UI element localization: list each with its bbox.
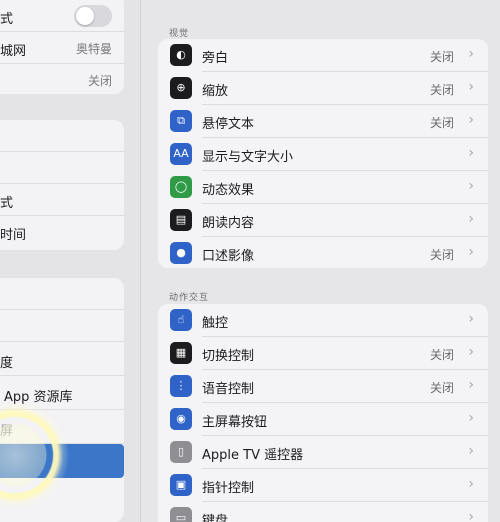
settings-row-voiceover[interactable]: ◐ 旁白 关闭 › bbox=[158, 39, 488, 72]
sidebar-row-off[interactable]: 关闭 bbox=[0, 64, 124, 94]
row-label: 切换控制 bbox=[202, 349, 255, 364]
sidebar-row-network[interactable]: 城网 奥特曼 bbox=[0, 32, 124, 64]
chevron-right-icon: › bbox=[468, 211, 474, 227]
settings-row-hover-text[interactable]: ⧉ 悬停文本 关闭 › bbox=[158, 105, 488, 138]
voice-control-icon: ⋮ bbox=[170, 375, 192, 397]
row-value: 关闭 bbox=[429, 348, 454, 362]
text-size-icon: AA bbox=[170, 143, 192, 165]
sidebar-row-style[interactable]: 式 bbox=[0, 184, 124, 216]
chevron-right-icon: › bbox=[468, 145, 474, 161]
switch-control-icon: ▦ bbox=[170, 342, 192, 364]
sidebar-row-label: 度 bbox=[0, 356, 14, 371]
motion-icon: ◯ bbox=[170, 176, 192, 198]
sidebar-group-middle: 式 时间 bbox=[0, 120, 124, 250]
row-label: 键盘 bbox=[202, 514, 229, 522]
chevron-right-icon: › bbox=[468, 476, 474, 492]
settings-row-pointer-control[interactable]: ▣ 指针控制 › bbox=[158, 469, 488, 502]
row-label: 语音控制 bbox=[202, 382, 255, 397]
settings-row-spoken-content[interactable]: ▤ 朗读内容 › bbox=[158, 204, 488, 237]
sidebar-row-blank[interactable] bbox=[0, 278, 124, 310]
sidebar-row-label: 式 bbox=[0, 196, 14, 211]
sidebar-row-blank[interactable] bbox=[0, 310, 124, 342]
row-label: 指针控制 bbox=[202, 481, 255, 496]
sidebar-row-value: 奥特曼 bbox=[75, 42, 112, 56]
row-label: 口述影像 bbox=[202, 249, 255, 264]
audio-description-icon: ● bbox=[170, 242, 192, 264]
sidebar-row-time[interactable]: 时间 bbox=[0, 216, 124, 248]
spoken-content-icon: ▤ bbox=[170, 209, 192, 231]
chevron-right-icon: › bbox=[468, 178, 474, 194]
chevron-right-icon: › bbox=[468, 410, 474, 426]
settings-row-text-size[interactable]: AA 显示与文字大小 › bbox=[158, 138, 488, 171]
row-label: 触控 bbox=[202, 316, 229, 331]
row-label: 悬停文本 bbox=[202, 117, 255, 132]
sidebar-row-label: 时间 bbox=[0, 228, 27, 243]
sidebar-row-blank[interactable] bbox=[0, 120, 124, 152]
vision-group: ◐ 旁白 关闭 › ⊕ 缩放 关闭 › ⧉ 悬停文本 关闭 › AA 显示与文字大小 › ◯ 动态效果 › ▤ 朗读内… bbox=[158, 39, 488, 268]
sidebar-group-top: 式 城网 奥特曼 关闭 bbox=[0, 0, 124, 94]
chevron-right-icon: › bbox=[468, 509, 474, 522]
detail-pane: 视觉 ◐ 旁白 关闭 › ⊕ 缩放 关闭 › ⧉ 悬停文本 关闭 › AA 显示与文字大小 › ◯ 动态效果 › ▤… bbox=[141, 0, 500, 522]
row-value: 关闭 bbox=[429, 381, 454, 395]
interaction-group: ☝ 触控 › ▦ 切换控制 关闭 › ⋮ 语音控制 关闭 › ◉ 主屏幕按钮 › ▯ Apple TV 遥控器… bbox=[158, 304, 488, 522]
chevron-right-icon: › bbox=[468, 79, 474, 95]
chevron-right-icon: › bbox=[468, 46, 474, 62]
row-label: 缩放 bbox=[202, 84, 229, 99]
sidebar-row-label: 城网 bbox=[0, 44, 27, 59]
settings-row-keyboard[interactable]: ▭ 键盘 › bbox=[158, 502, 488, 522]
chevron-right-icon: › bbox=[468, 311, 474, 327]
row-label: 朗读内容 bbox=[202, 216, 255, 231]
sidebar-row-blank[interactable] bbox=[0, 152, 124, 184]
voiceover-icon: ◐ bbox=[170, 44, 192, 66]
settings-row-voice-control[interactable]: ⋮ 语音控制 关闭 › bbox=[158, 370, 488, 403]
apple-tv-remote-icon: ▯ bbox=[170, 441, 192, 463]
pointer-control-icon: ▣ bbox=[170, 474, 192, 496]
row-value: 关闭 bbox=[429, 248, 454, 262]
hover-text-icon: ⧉ bbox=[170, 110, 192, 132]
settings-row-zoom[interactable]: ⊕ 缩放 关闭 › bbox=[158, 72, 488, 105]
chevron-right-icon: › bbox=[468, 377, 474, 393]
settings-screen: 式 城网 奥特曼 关闭 式 时间 度 App 资源库 视觉 ◐ 旁白 关闭 › … bbox=[0, 0, 500, 522]
settings-row-motion[interactable]: ◯ 动态效果 › bbox=[158, 171, 488, 204]
settings-row-apple-tv-remote[interactable]: ▯ Apple TV 遥控器 › bbox=[158, 436, 488, 469]
settings-row-home-button[interactable]: ◉ 主屏幕按钮 › bbox=[158, 403, 488, 436]
zoom-icon: ⊕ bbox=[170, 77, 192, 99]
sidebar-row-value: 关闭 bbox=[87, 74, 112, 88]
touch-icon: ☝ bbox=[170, 309, 192, 331]
settings-row-touch[interactable]: ☝ 触控 › bbox=[158, 304, 488, 337]
chevron-right-icon: › bbox=[468, 344, 474, 360]
row-label: Apple TV 遥控器 bbox=[202, 448, 304, 463]
keyboard-icon: ▭ bbox=[170, 507, 192, 522]
row-value: 关闭 bbox=[429, 83, 454, 97]
chevron-right-icon: › bbox=[468, 443, 474, 459]
row-value: 关闭 bbox=[429, 50, 454, 64]
mode-toggle[interactable] bbox=[74, 5, 112, 27]
sidebar-row-label: 式 bbox=[0, 12, 14, 27]
chevron-right-icon: › bbox=[468, 112, 474, 128]
settings-row-switch-control[interactable]: ▦ 切换控制 关闭 › bbox=[158, 337, 488, 370]
sidebar-row-degree[interactable]: 度 bbox=[0, 344, 124, 376]
section-title-interaction: 动作交互 bbox=[169, 293, 210, 303]
section-title-vision: 视觉 bbox=[169, 29, 190, 39]
row-label: 主屏幕按钮 bbox=[202, 415, 268, 430]
sidebar: 式 城网 奥特曼 关闭 式 时间 度 App 资源库 bbox=[0, 0, 141, 522]
row-label: 显示与文字大小 bbox=[202, 150, 294, 165]
row-value: 关闭 bbox=[429, 116, 454, 130]
sidebar-row-mode[interactable]: 式 bbox=[0, 0, 124, 32]
chevron-right-icon: › bbox=[468, 244, 474, 260]
row-label: 动态效果 bbox=[202, 183, 255, 198]
row-label: 旁白 bbox=[202, 51, 229, 66]
settings-row-audio-description[interactable]: ● 口述影像 关闭 › bbox=[158, 237, 488, 268]
home-button-icon: ◉ bbox=[170, 408, 192, 430]
